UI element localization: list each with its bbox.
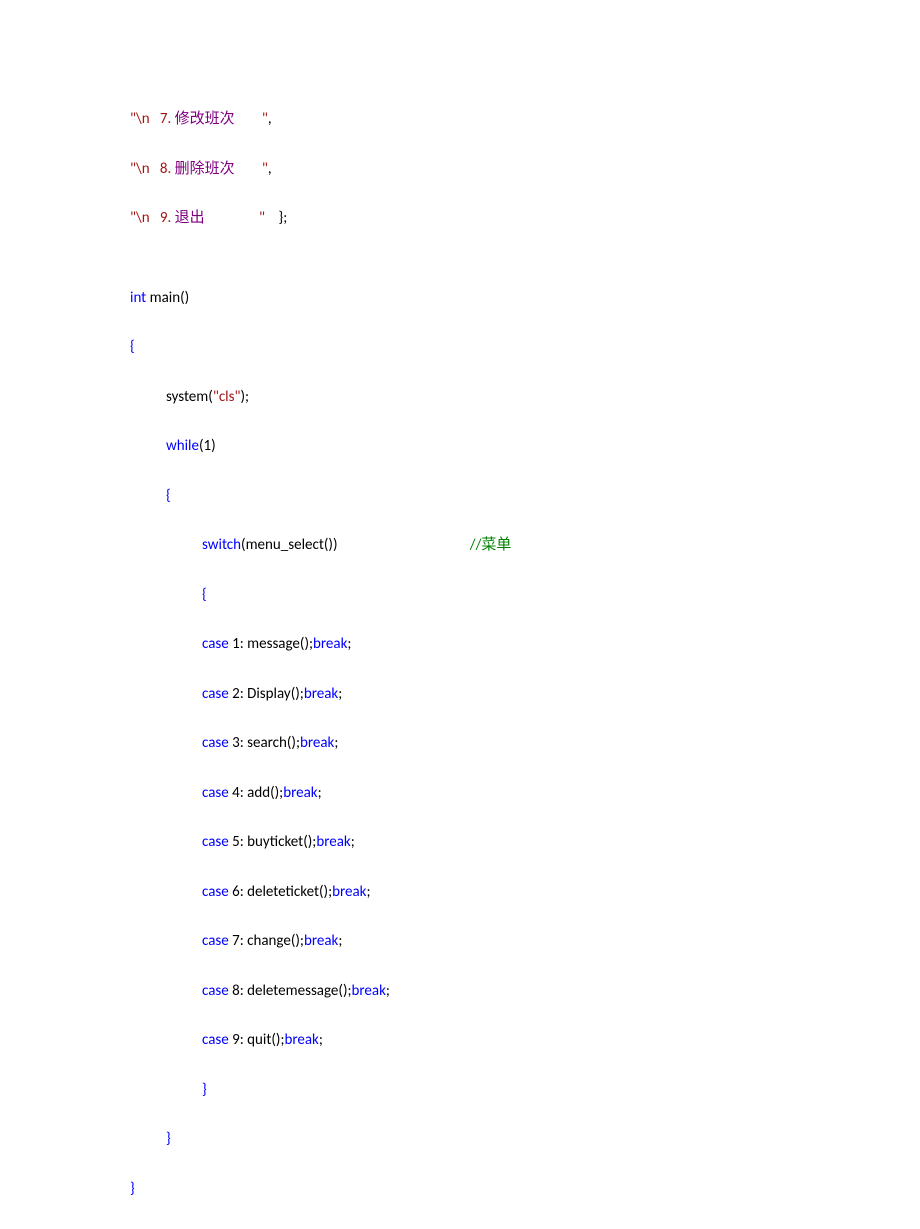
string-token: 8. xyxy=(150,160,175,178)
code-line: { xyxy=(130,487,920,507)
string-token: 9. xyxy=(150,209,175,227)
code-line: system("cls"); xyxy=(130,388,920,408)
code-line: int main() xyxy=(130,289,920,309)
keyword-token: case xyxy=(202,635,229,653)
text-token: , xyxy=(268,110,272,128)
text-token: ; xyxy=(318,784,322,802)
string-token: "\n xyxy=(130,160,150,178)
text-token: 5: buyticket(); xyxy=(229,833,317,851)
keyword-token: case xyxy=(202,932,229,950)
code-line: case 9: quit();break; xyxy=(130,1031,920,1051)
code-line: { xyxy=(130,586,920,606)
keyword-token: while xyxy=(166,437,199,455)
code-line: case 6: deleteticket();break; xyxy=(130,883,920,903)
keyword-token: break xyxy=(304,685,338,703)
keyword-token: break xyxy=(283,784,317,802)
code-line: } xyxy=(130,1081,920,1101)
string-token xyxy=(235,160,262,178)
text-token: ; xyxy=(319,1031,323,1049)
code-line: case 4: add();break; xyxy=(130,784,920,804)
text-token: , xyxy=(268,160,272,178)
keyword-token: case xyxy=(202,1031,229,1049)
code-line: } xyxy=(130,1180,920,1200)
code-line: case 8: deletemessage();break; xyxy=(130,982,920,1002)
text-token: ; xyxy=(351,833,355,851)
text-token: (1) xyxy=(199,437,216,455)
code-line: case 1: message();break; xyxy=(130,635,920,655)
text-token: system( xyxy=(166,388,213,406)
string-label-cjk: 删除班次 xyxy=(175,161,235,177)
code-line: case 2: Display();break; xyxy=(130,685,920,705)
text-token: 1: message(); xyxy=(229,635,313,653)
text-token: ); xyxy=(241,388,250,406)
keyword-token: switch xyxy=(202,536,241,554)
keyword-token: break xyxy=(332,883,366,901)
keyword-token: case xyxy=(202,883,229,901)
brace-token: } xyxy=(166,1130,171,1148)
code-line: "\n 7. 修改班次 ", xyxy=(130,110,920,130)
keyword-token: int xyxy=(130,289,146,307)
keyword-token: break xyxy=(316,833,350,851)
code-line: "\n 9. 退出 " }; xyxy=(130,209,920,229)
brace-token: { xyxy=(130,338,135,356)
text-token: 3: search(); xyxy=(229,734,300,752)
code-line: "\n 8. 删除班次 ", xyxy=(130,160,920,180)
keyword-token: break xyxy=(304,932,338,950)
keyword-token: break xyxy=(352,982,386,1000)
text-token: ; xyxy=(367,883,371,901)
text-token: 7: change(); xyxy=(229,932,304,950)
code-line: case 5: buyticket();break; xyxy=(130,833,920,853)
text-token: 6: deleteticket(); xyxy=(229,883,332,901)
text-token: 2: Display(); xyxy=(229,685,304,703)
text-token: ; xyxy=(334,734,338,752)
keyword-token: break xyxy=(313,635,347,653)
text-token: 8: deletemessage(); xyxy=(229,982,352,1000)
string-label-cjk: 退出 xyxy=(175,210,205,226)
text-token: ; xyxy=(347,635,351,653)
gap xyxy=(338,536,470,554)
text-token: }; xyxy=(265,209,287,227)
keyword-token: case xyxy=(202,784,229,802)
keyword-token: case xyxy=(202,833,229,851)
string-token: "\n xyxy=(130,110,150,128)
string-token: "cls" xyxy=(213,388,241,406)
text-token: ; xyxy=(338,932,342,950)
text-token: ; xyxy=(386,982,390,1000)
code-page: "\n 7. 修改班次 ", "\n 8. 删除班次 ", "\n 9. 退出 … xyxy=(0,0,920,1199)
keyword-token: case xyxy=(202,685,229,703)
text-token: 4: add(); xyxy=(229,784,283,802)
keyword-token: case xyxy=(202,982,229,1000)
code-line: { xyxy=(130,338,920,358)
text-token: 9: quit(); xyxy=(229,1031,285,1049)
brace-token: { xyxy=(166,487,171,505)
comment-token: // xyxy=(470,536,482,554)
code-line: case 3: search();break; xyxy=(130,734,920,754)
keyword-token: break xyxy=(300,734,334,752)
string-token: "\n xyxy=(130,209,150,227)
code-line: switch(menu_select()) //菜单 xyxy=(130,536,920,556)
string-token xyxy=(235,110,262,128)
code-line: case 7: change();break; xyxy=(130,932,920,952)
brace-token: } xyxy=(130,1180,135,1198)
text-token: main() xyxy=(146,289,189,307)
string-token: 7. xyxy=(150,110,175,128)
string-token xyxy=(205,209,259,227)
code-line: } xyxy=(130,1130,920,1150)
string-label-cjk: 修改班次 xyxy=(175,111,235,127)
keyword-token: case xyxy=(202,734,229,752)
code-line: while(1) xyxy=(130,437,920,457)
comment-cjk: 菜单 xyxy=(481,537,511,553)
brace-token: } xyxy=(202,1081,207,1099)
keyword-token: break xyxy=(284,1031,318,1049)
text-token: (menu_select()) xyxy=(241,536,337,554)
brace-token: { xyxy=(202,586,207,604)
text-token: ; xyxy=(338,685,342,703)
